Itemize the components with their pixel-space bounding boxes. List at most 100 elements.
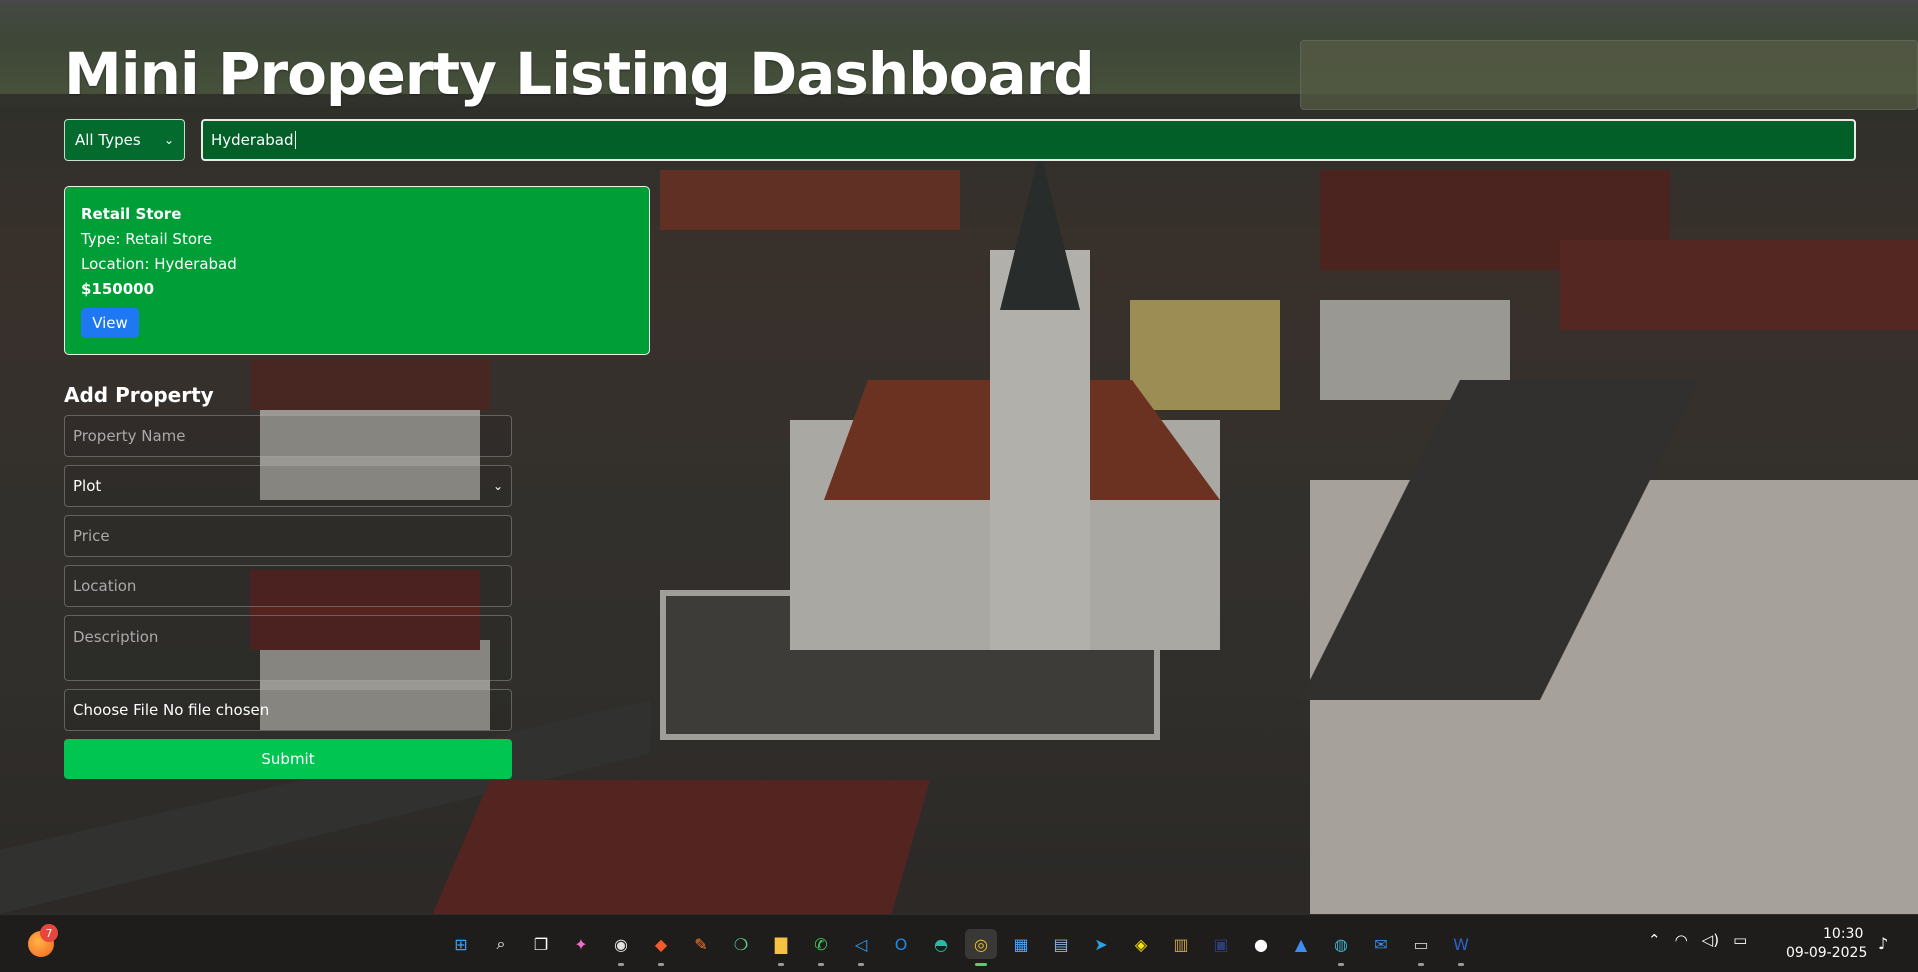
vscode-icon[interactable]: ◁ — [845, 929, 877, 966]
file-explorer-icon[interactable]: ▇ — [765, 929, 797, 966]
running-indicator — [778, 963, 784, 966]
photos-icon-glyph: ▲ — [1294, 934, 1308, 954]
system-tray: ⌃ ◠ ◁) ▭ — [1648, 931, 1747, 949]
copilot-icon[interactable]: ✦ — [565, 929, 597, 959]
volume-icon[interactable]: ◁) — [1702, 931, 1719, 949]
network-app-icon-glyph: ◍ — [1334, 934, 1348, 954]
brave-icon[interactable]: ◆ — [645, 929, 677, 966]
running-indicator — [818, 963, 824, 966]
notification-bell-icon[interactable]: ♪ — [1878, 934, 1888, 953]
copilot-icon-glyph: ✦ — [574, 934, 588, 954]
type-filter-value: All Types — [75, 131, 141, 149]
mongodb-compass-icon-glyph: ❍ — [733, 934, 749, 954]
microsoft-store-icon-glyph: ▦ — [1013, 934, 1029, 954]
clock-time: 10:30 — [1823, 926, 1864, 942]
github-icon-glyph: ● — [1254, 934, 1268, 954]
location-placeholder: Location — [73, 577, 137, 595]
mongodb-compass-icon[interactable]: ❍ — [725, 929, 757, 959]
property-name-placeholder: Property Name — [73, 427, 186, 445]
whatsapp-beta-icon-glyph: ◉ — [614, 934, 628, 954]
photos-icon[interactable]: ▲ — [1285, 929, 1317, 959]
notification-badge: 7 — [40, 924, 58, 942]
type-filter-select[interactable]: All Types ⌄ — [64, 119, 185, 161]
add-property-heading: Add Property — [64, 383, 214, 407]
price-input[interactable]: Price — [64, 515, 512, 557]
outlook-icon-glyph: O — [894, 934, 908, 954]
terminal-icon-glyph: ▭ — [1413, 934, 1429, 954]
clock-date: 09-09-2025 — [1786, 945, 1868, 961]
running-indicator — [1418, 963, 1424, 966]
search-input-value: Hyderabad — [211, 131, 294, 149]
running-indicator — [658, 963, 664, 966]
brave-icon-glyph: ◆ — [654, 934, 668, 954]
search-input[interactable]: Hyderabad — [201, 119, 1856, 161]
battery-icon[interactable]: ▭ — [1733, 931, 1747, 949]
dark-app-icon-glyph: ▣ — [1213, 934, 1229, 954]
search-icon[interactable]: ⌕ — [485, 929, 517, 959]
dark-app-icon[interactable]: ▣ — [1205, 929, 1237, 959]
running-indicator — [975, 963, 987, 966]
property-type-select[interactable]: Plot ⌄ — [64, 465, 512, 507]
property-type-value: Plot — [73, 477, 102, 495]
vscode-icon-glyph: ◁ — [854, 934, 868, 954]
snapchat-icon[interactable]: ◈ — [1125, 929, 1157, 959]
price-placeholder: Price — [73, 527, 110, 545]
windows-start-icon[interactable]: ⊞ — [445, 929, 477, 959]
chrome-icon-glyph: ◎ — [974, 934, 988, 954]
taskbar: 7 ⊞ ⌕ ❐ ✦ ◉ ◆ ✎ ❍ ▇ ✆ ◁ O ◓ ◎ ▦ ▤ ➤ ◈ ▥ ▣ ● ▲ ◍ ✉ ▭ W ⌃ ◠ ◁) ▭ 10… — [0, 914, 1918, 972]
search-icon-glyph: ⌕ — [496, 934, 506, 953]
chart-app-icon[interactable]: ▥ — [1165, 929, 1197, 959]
whatsapp-icon-glyph: ✆ — [814, 934, 828, 954]
running-indicator — [858, 963, 864, 966]
orange-app-icon-glyph: ✎ — [694, 934, 708, 954]
view-button[interactable]: View — [81, 308, 139, 338]
whatsapp-beta-icon[interactable]: ◉ — [605, 929, 637, 966]
property-name-input[interactable]: Property Name — [64, 415, 512, 457]
property-location: Location: Hyderabad — [81, 255, 237, 273]
chevron-down-icon: ⌄ — [163, 133, 174, 147]
microsoft-store-icon[interactable]: ▦ — [1005, 929, 1037, 959]
github-icon[interactable]: ● — [1245, 929, 1277, 959]
outlook-icon[interactable]: O — [885, 929, 917, 959]
word-icon-glyph: W — [1453, 934, 1469, 954]
mail-icon[interactable]: ✉ — [1365, 929, 1397, 959]
submit-button[interactable]: Submit — [64, 739, 512, 779]
terminal-icon[interactable]: ▭ — [1405, 929, 1437, 966]
property-name: Retail Store — [81, 205, 182, 223]
orange-app-icon[interactable]: ✎ — [685, 929, 717, 959]
telegram-icon[interactable]: ➤ — [1085, 929, 1117, 959]
chevron-down-icon: ⌄ — [492, 479, 503, 493]
property-card: Retail Store Type: Retail Store Location… — [64, 186, 650, 355]
telegram-icon-glyph: ➤ — [1094, 934, 1108, 954]
file-explorer-icon-glyph: ▇ — [774, 934, 788, 954]
chevron-up-icon[interactable]: ⌃ — [1648, 931, 1661, 949]
edge-icon-glyph: ◓ — [934, 934, 948, 954]
calculator-icon-glyph: ▤ — [1053, 934, 1069, 954]
snapchat-icon-glyph: ◈ — [1134, 934, 1148, 954]
property-type: Type: Retail Store — [81, 230, 213, 248]
task-view-icon-glyph: ❐ — [533, 934, 549, 954]
text-caret — [294, 131, 296, 149]
taskbar-apps: ⊞ ⌕ ❐ ✦ ◉ ◆ ✎ ❍ ▇ ✆ ◁ O ◓ ◎ ▦ ▤ ➤ ◈ ▥ ▣ ● ▲ ◍ ✉ ▭ W — [445, 929, 1477, 966]
description-placeholder: Description — [73, 628, 159, 646]
running-indicator — [618, 963, 624, 966]
page-title: Mini Property Listing Dashboard — [64, 40, 1095, 108]
chrome-icon[interactable]: ◎ — [965, 929, 997, 966]
property-price: $150000 — [81, 280, 155, 298]
chart-app-icon-glyph: ▥ — [1173, 934, 1189, 954]
running-indicator — [1458, 963, 1464, 966]
description-textarea[interactable]: Description — [64, 615, 512, 681]
task-view-icon[interactable]: ❐ — [525, 929, 557, 959]
calculator-icon[interactable]: ▤ — [1045, 929, 1077, 959]
clock[interactable]: 10:30 09-09-2025 — [1786, 925, 1867, 963]
word-icon[interactable]: W — [1445, 929, 1477, 966]
file-upload-input[interactable]: Choose File No file chosen — [64, 689, 512, 731]
wifi-icon[interactable]: ◠ — [1675, 931, 1688, 949]
network-app-icon[interactable]: ◍ — [1325, 929, 1357, 966]
location-input[interactable]: Location — [64, 565, 512, 607]
whatsapp-icon[interactable]: ✆ — [805, 929, 837, 966]
edge-icon[interactable]: ◓ — [925, 929, 957, 959]
running-indicator — [1338, 963, 1344, 966]
windows-start-icon-glyph: ⊞ — [454, 934, 468, 954]
file-upload-label: Choose File No file chosen — [73, 701, 270, 719]
